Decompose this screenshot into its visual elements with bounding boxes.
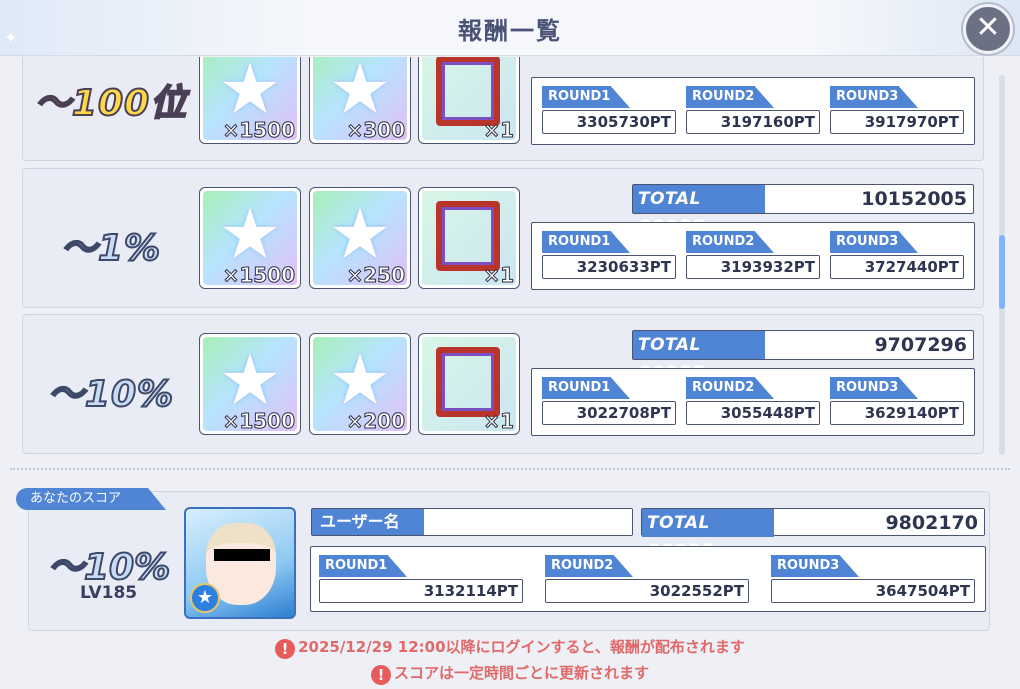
- star-gem-icon: ★: [218, 339, 282, 421]
- star-gem-icon: ★: [328, 339, 392, 421]
- rank-label: 〜1%: [60, 227, 162, 270]
- total-score: TOTAL SCORE 9707296: [632, 330, 974, 383]
- round-label: ROUND1: [542, 231, 630, 253]
- star-gem-icon: ★: [218, 57, 282, 130]
- scrollbar-thumb[interactable]: [999, 235, 1005, 309]
- round-label: ROUND2: [545, 555, 633, 577]
- my-round-scores: ROUND1 3132114PT ROUND2 3022552PT ROUND3 36…: [310, 546, 986, 612]
- round-label: ROUND3: [771, 555, 859, 577]
- item-quantity: ×300: [346, 118, 406, 141]
- section-divider: [10, 468, 1010, 470]
- notice-text: スコアは一定時間ごとに更新されます: [393, 664, 649, 682]
- round-label: ROUND2: [686, 231, 774, 253]
- round-label: ROUND3: [830, 377, 918, 399]
- round-label: ROUND3: [830, 231, 918, 253]
- round-label: ROUND1: [319, 555, 407, 577]
- reward-item[interactable]: ×1: [418, 57, 520, 144]
- round-label: ROUND2: [686, 86, 774, 108]
- reward-row: 〜1% ★×1500 ★×250 ×1 TOTAL SCORE 10152005…: [22, 168, 984, 308]
- reward-item[interactable]: ×1: [418, 187, 520, 289]
- page-title: 報酬一覧: [458, 17, 562, 45]
- total-score-value: 10152005: [861, 188, 967, 210]
- frame-icon: [436, 347, 500, 417]
- rank-label: 〜10%: [47, 373, 175, 416]
- round-label: ROUND1: [542, 86, 630, 108]
- warning-icon: !: [370, 665, 391, 685]
- item-quantity: ×1500: [222, 409, 295, 432]
- frame-icon: [436, 201, 500, 271]
- total-score-value: 9707296: [874, 334, 967, 356]
- total-score-label: TOTAL SCORE: [633, 185, 765, 237]
- round-value: 3055448PT: [686, 401, 820, 425]
- reward-item[interactable]: ★ ×300: [309, 57, 411, 144]
- item-quantity: ×250: [346, 263, 406, 286]
- reward-row: 〜100位 ★ ×1500 ★ ×300 ×1 ROUND1 3305730PT RO…: [22, 57, 984, 161]
- total-score-label: TOTAL SCORE: [633, 331, 765, 383]
- warning-icon: !: [275, 639, 296, 659]
- avatar[interactable]: ★: [184, 507, 296, 619]
- item-quantity: ×200: [346, 409, 406, 432]
- notice-distribution: ! 2025/12/29 12:00以降にログインすると、報酬が配布されます: [0, 636, 1020, 659]
- censor-bar: [214, 549, 270, 561]
- reward-item[interactable]: ★ ×1500: [199, 57, 301, 144]
- scrollbar[interactable]: [999, 75, 1005, 455]
- round-scores: ROUND1 3230633PT ROUND2 3193932PT ROUND3 37…: [531, 222, 975, 290]
- rank-label: 〜100位: [34, 82, 188, 125]
- star-gem-icon: ★: [328, 57, 392, 130]
- notice-text: 2025/12/29 12:00以降にログインすると、報酬が配布されます: [298, 638, 745, 656]
- total-score-label: TOTAL SCORE: [642, 509, 774, 561]
- round-value: 3022708PT: [542, 401, 676, 425]
- item-quantity: ×1: [483, 409, 515, 432]
- username-label: ユーザー名: [312, 509, 424, 535]
- my-total-score: TOTAL SCORE 9802170: [641, 508, 985, 561]
- frame-icon: [436, 57, 500, 126]
- star-badge-icon: ★: [190, 583, 220, 613]
- item-quantity: ×1500: [222, 263, 295, 286]
- round-label: ROUND2: [686, 377, 774, 399]
- round-scores: ROUND1 3022708PT ROUND2 3055448PT ROUND3 36…: [531, 368, 975, 436]
- close-icon: ✕: [975, 10, 1001, 45]
- star-gem-icon: ★: [218, 193, 282, 275]
- reward-row: 〜10% ★×1500 ★×200 ×1 TOTAL SCORE 9707296…: [22, 314, 984, 454]
- reward-item[interactable]: ★ ×1500: [199, 187, 301, 289]
- round-value: 3629140PT: [830, 401, 964, 425]
- header-bar: ✦ 報酬一覧 ✕: [0, 0, 1020, 56]
- reward-item[interactable]: ×1: [418, 333, 520, 435]
- star-gem-icon: ★: [328, 193, 392, 275]
- my-score-tag: あなたのスコア: [16, 488, 166, 510]
- total-score: TOTAL SCORE 10152005: [632, 184, 974, 237]
- username-field: ユーザー名: [311, 508, 633, 536]
- round-value: 3305730PT: [542, 110, 676, 134]
- reward-list[interactable]: 〜100位 ★ ×1500 ★ ×300 ×1 ROUND1 3305730PT RO…: [0, 57, 1020, 457]
- my-level: LV185: [80, 583, 138, 603]
- round-label: ROUND3: [830, 86, 918, 108]
- round-value: 3197160PT: [686, 110, 820, 134]
- round-value: 3917970PT: [830, 110, 964, 134]
- reward-item[interactable]: ★ ×200: [309, 333, 411, 435]
- item-quantity: ×1500: [222, 118, 295, 141]
- round-value: 3727440PT: [830, 255, 964, 279]
- close-button[interactable]: ✕: [963, 4, 1013, 54]
- round-scores: ROUND1 3305730PT ROUND2 3197160PT ROUND3 39…: [531, 77, 975, 145]
- round-value: 3193932PT: [686, 255, 820, 279]
- item-quantity: ×1: [483, 118, 515, 141]
- round-label: ROUND1: [542, 377, 630, 399]
- notice-update: ! スコアは一定時間ごとに更新されます: [0, 662, 1020, 685]
- round-value: 3022552PT: [545, 579, 749, 603]
- round-value: 3647504PT: [771, 579, 975, 603]
- round-value: 3132114PT: [319, 579, 523, 603]
- total-score-value: 9802170: [885, 512, 978, 534]
- item-quantity: ×1: [483, 263, 515, 286]
- reward-item[interactable]: ★ ×1500: [199, 333, 301, 435]
- reward-item[interactable]: ★ ×250: [309, 187, 411, 289]
- round-value: 3230633PT: [542, 255, 676, 279]
